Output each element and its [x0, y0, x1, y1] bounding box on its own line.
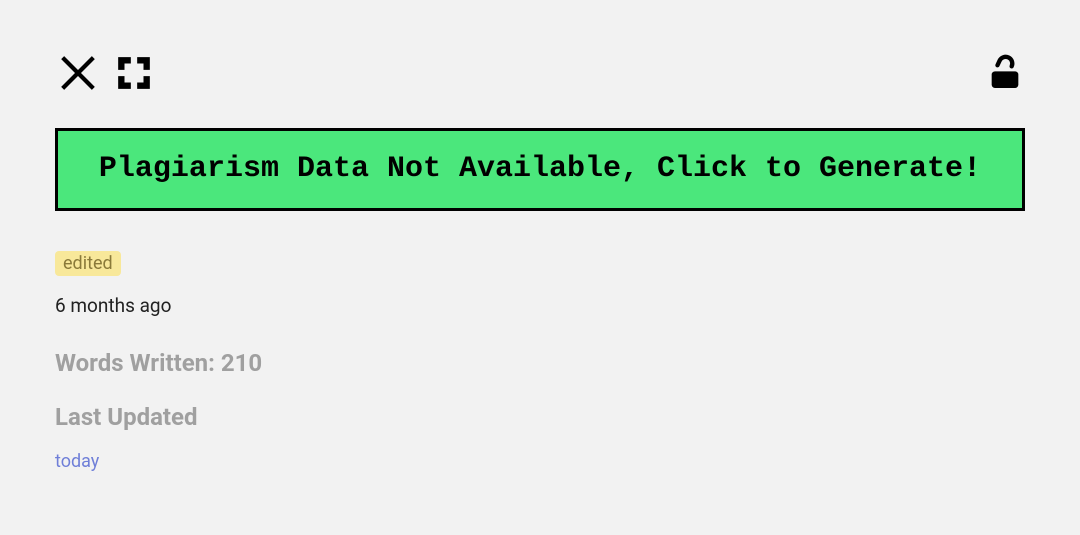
last-updated-value: today	[55, 451, 1025, 472]
banner-text: Plagiarism Data Not Available, Click to …	[99, 152, 981, 186]
toolbar-left	[55, 50, 153, 100]
generate-plagiarism-banner[interactable]: Plagiarism Data Not Available, Click to …	[55, 128, 1025, 211]
panel: Plagiarism Data Not Available, Click to …	[0, 0, 1080, 472]
words-written-label: Words Written: 210	[55, 349, 1025, 377]
close-icon[interactable]	[55, 50, 101, 100]
toolbar-right	[985, 53, 1025, 97]
meta-section: edited 6 months ago Words Written: 210 L…	[55, 251, 1025, 472]
edited-timestamp: 6 months ago	[55, 294, 1025, 317]
fullscreen-icon[interactable]	[115, 54, 153, 96]
last-updated-label: Last Updated	[55, 403, 1025, 431]
unlock-icon[interactable]	[985, 78, 1025, 97]
edited-badge: edited	[55, 251, 121, 276]
toolbar	[55, 50, 1025, 100]
